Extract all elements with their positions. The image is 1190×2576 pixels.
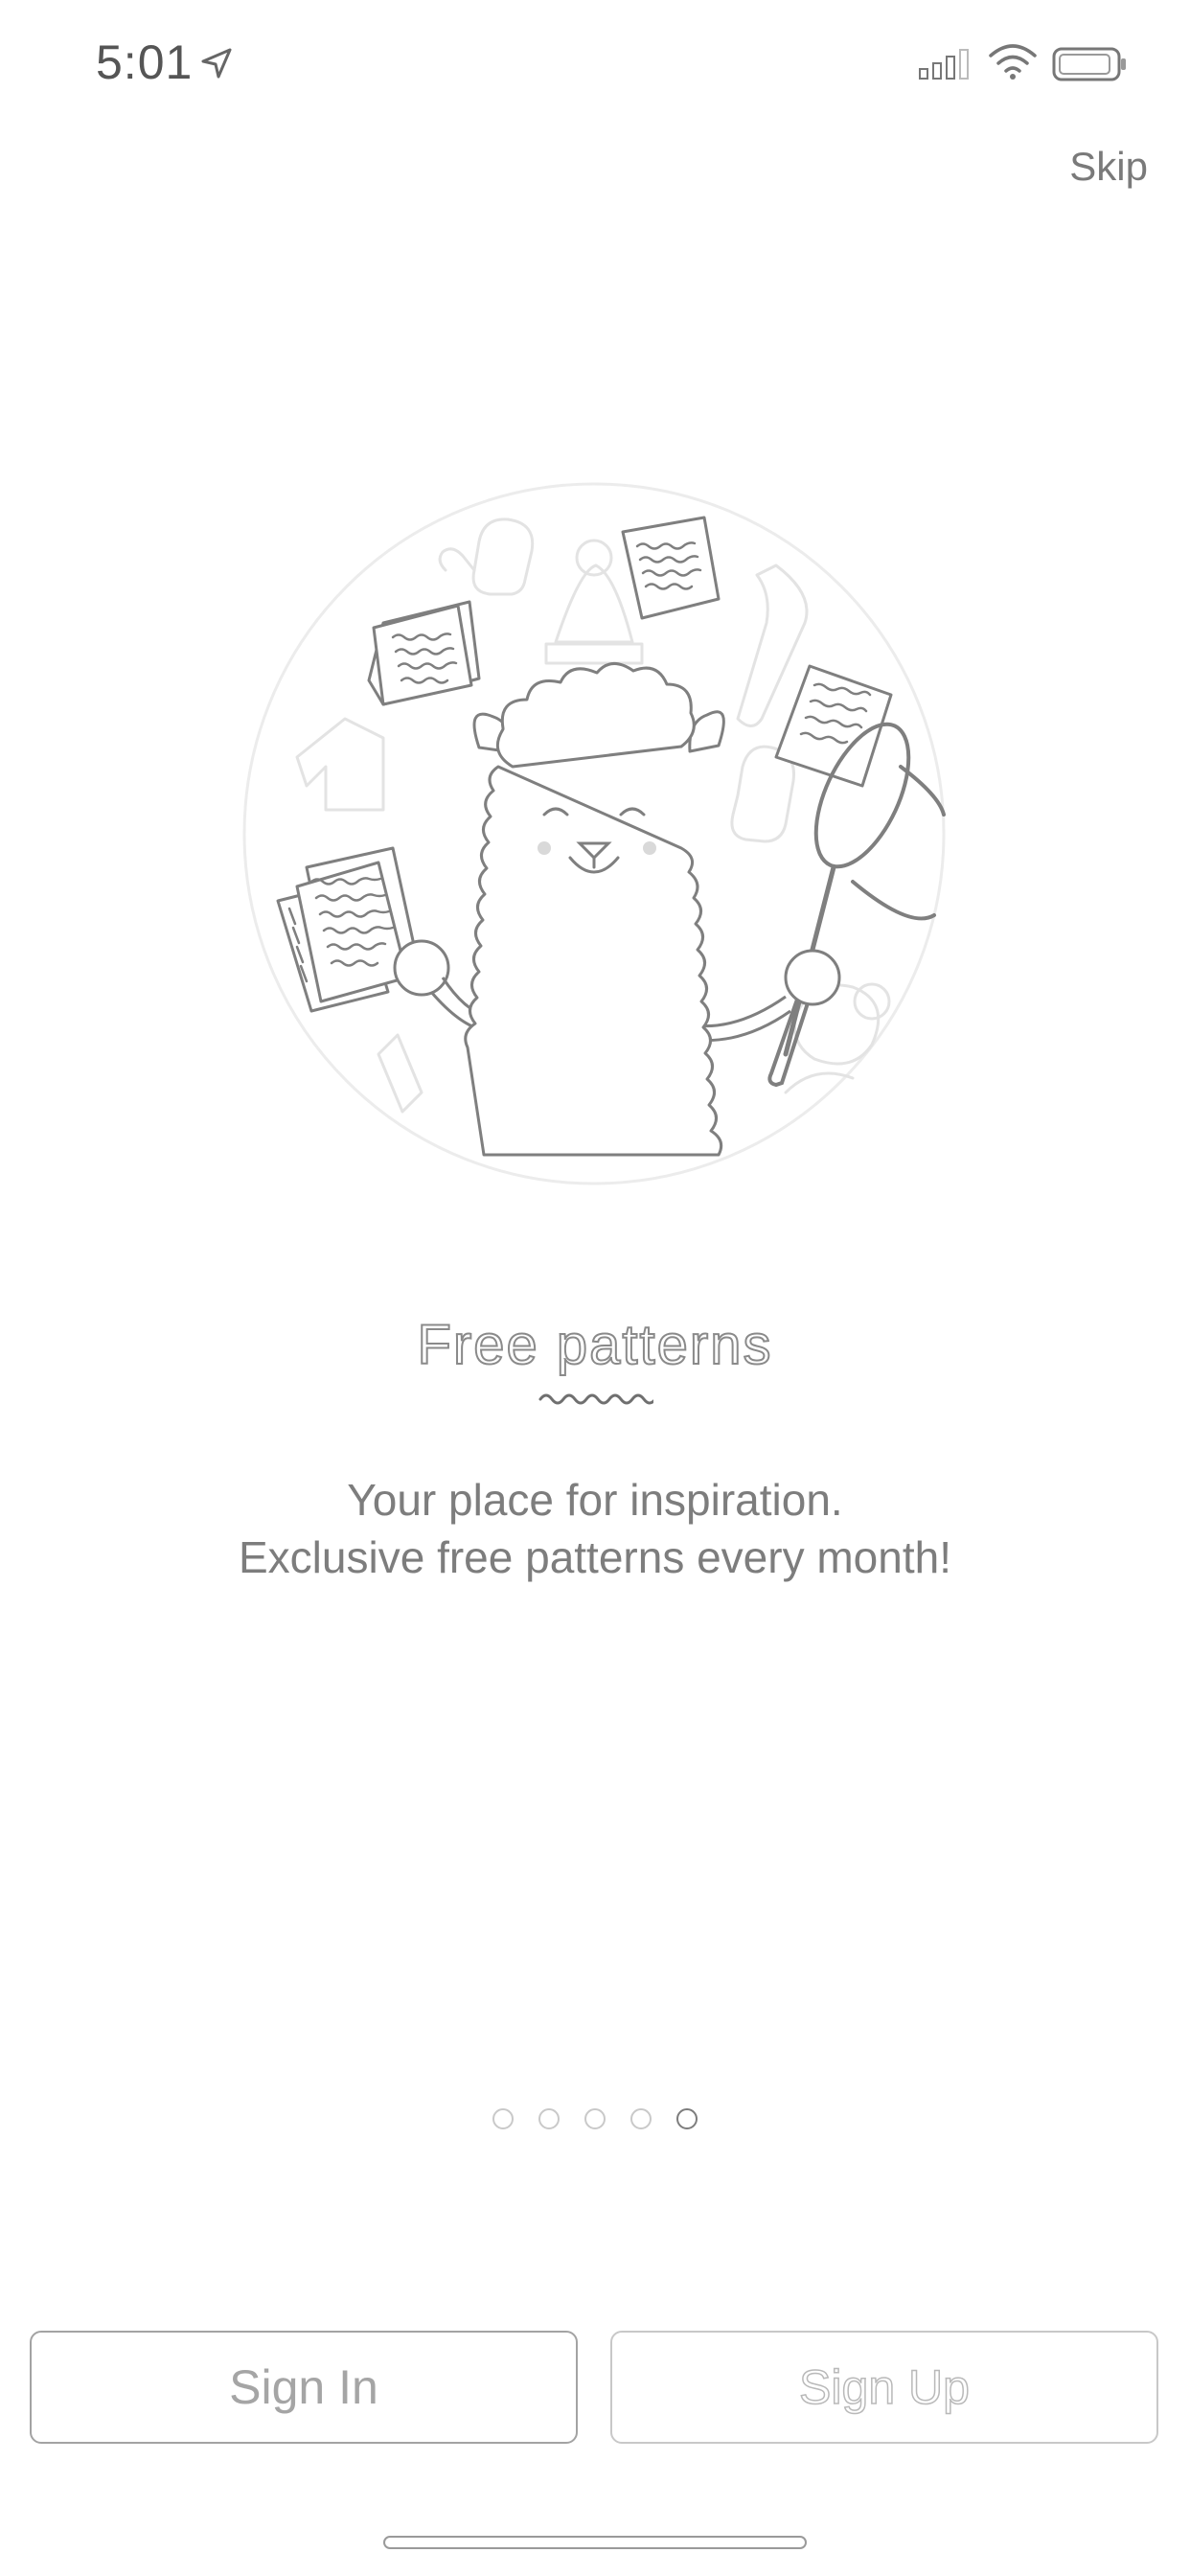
- page-dot-4[interactable]: [630, 2108, 652, 2129]
- cellular-signal-icon: [919, 49, 969, 80]
- page-dot-5-active[interactable]: [676, 2108, 698, 2129]
- onboarding-screen: 5:01 Skip Free patterns Your place for i…: [0, 0, 1190, 2576]
- battery-icon: [1052, 47, 1126, 81]
- description-line-2: Exclusive free patterns every month!: [239, 1532, 951, 1582]
- onboarding-title: Free patterns: [417, 1313, 773, 1377]
- llama-juggling-patterns-illustration: [242, 482, 946, 1185]
- page-dot-1[interactable]: [492, 2108, 514, 2129]
- home-indicator[interactable]: [383, 2536, 807, 2549]
- description-line-1: Your place for inspiration.: [347, 1475, 843, 1525]
- skip-button[interactable]: Skip: [1069, 144, 1148, 190]
- sign-in-button[interactable]: Sign In: [30, 2331, 578, 2444]
- sign-up-button[interactable]: Sign Up: [610, 2331, 1158, 2444]
- page-dot-3[interactable]: [584, 2108, 606, 2129]
- onboarding-description: Your place for inspiration. Exclusive fr…: [0, 1471, 1190, 1586]
- wifi-icon: [989, 44, 1037, 80]
- status-bar: 5:01: [0, 0, 1190, 126]
- status-time: 5:01: [96, 35, 194, 89]
- page-dot-2[interactable]: [538, 2108, 560, 2129]
- page-indicator: [0, 2108, 1190, 2131]
- location-arrow-icon: [201, 48, 232, 79]
- squiggle-divider-icon: [538, 1393, 653, 1405]
